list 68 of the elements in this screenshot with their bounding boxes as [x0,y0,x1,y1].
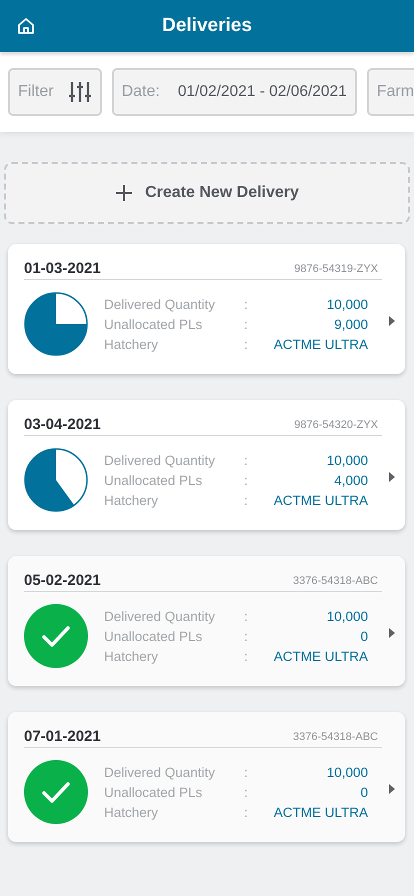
delivery-card[interactable]: 03-04-2021 9876-54320-ZYX Delivered Quantity : 10,000 Unallocated PLs : 4,000 Hatchery : ACTME ULTRA [8,400,405,530]
delivery-card[interactable]: 05-02-2021 3376-54318-ABC Delivered Quantity : 10,000 Unallocated PLs : 0 Hatchery : ACTME ULTRA [8,556,405,686]
field-separator: : [244,608,248,624]
field-separator: : [244,452,248,468]
open-details-button[interactable] [388,627,396,639]
progress-pie-icon [24,448,88,512]
field-label: Delivered Quantity [104,608,216,624]
caret-right-icon [388,783,396,795]
field-value: ACTME ULTRA [274,648,368,664]
date-label: Date: [122,83,160,101]
date-range-value: 01/02/2021 - 02/06/2021 [178,83,347,101]
field-label: Unallocated PLs [104,628,204,644]
field-separator: : [244,648,248,664]
field-separator: : [244,784,248,800]
field-separator: : [244,316,248,332]
delivery-code: 9876-54319-ZYX [294,263,378,277]
open-details-button[interactable] [388,315,396,327]
field-label: Delivered Quantity [104,764,216,780]
field-value: 4,000 [334,472,368,488]
delivery-code: 3376-54318-ABC [292,731,378,745]
open-details-button[interactable] [388,471,396,483]
field-separator: : [244,628,248,644]
open-details-button[interactable] [388,783,396,795]
delivery-date: 03-04-2021 [24,416,101,433]
sliders-icon [68,81,92,103]
create-delivery-button[interactable]: Create New Delivery [4,162,410,224]
field-separator: : [244,764,248,780]
delivery-date: 01-03-2021 [24,260,101,277]
field-label: Unallocated PLs [104,784,204,800]
delivery-code: 9876-54320-ZYX [294,419,378,433]
field-value: ACTME ULTRA [274,336,368,352]
field-value: 10,000 [326,296,368,312]
field-label: Unallocated PLs [104,472,204,488]
field-label: Hatchery [104,492,160,508]
field-value: ACTME ULTRA [274,492,368,508]
caret-right-icon [388,627,396,639]
delivery-date: 05-02-2021 [24,572,101,589]
date-range-field[interactable]: Date: 01/02/2021 - 02/06/2021 [112,68,357,116]
check-circle-icon [24,760,88,824]
delivery-card[interactable]: 01-03-2021 9876-54319-ZYX Delivered Quantity : 10,000 Unallocated PLs : 9,000 Hatchery : ACTME ULTRA [8,244,405,374]
field-separator: : [244,804,248,820]
delivery-code: 3376-54318-ABC [292,575,378,589]
delivery-card[interactable]: 07-01-2021 3376-54318-ABC Delivered Quantity : 10,000 Unallocated PLs : 0 Hatchery : ACTME ULTRA [8,712,405,842]
progress-pie-icon [24,292,88,356]
plus-icon [115,184,134,202]
field-label: Delivered Quantity [104,452,216,468]
field-value: 0 [360,784,368,800]
field-value: 10,000 [326,764,368,780]
field-label: Hatchery [104,804,160,820]
field-value: ACTME ULTRA [274,804,368,820]
check-circle-icon [24,604,88,668]
field-separator: : [244,472,248,488]
field-value: 10,000 [326,452,368,468]
field-label: Hatchery [104,648,160,664]
field-label: Delivered Quantity [104,296,216,312]
field-separator: : [244,492,248,508]
caret-right-icon [388,315,396,327]
delivery-date: 07-01-2021 [24,728,101,745]
caret-right-icon [388,471,396,483]
field-value: 0 [360,628,368,644]
field-separator: : [244,296,248,312]
page-title: Deliveries [162,15,252,37]
field-value: 9,000 [334,316,368,332]
field-value: 10,000 [326,608,368,624]
field-label: Unallocated PLs [104,316,204,332]
home-icon [17,17,35,35]
field-separator: : [244,336,248,352]
field-label: Hatchery [104,336,160,352]
